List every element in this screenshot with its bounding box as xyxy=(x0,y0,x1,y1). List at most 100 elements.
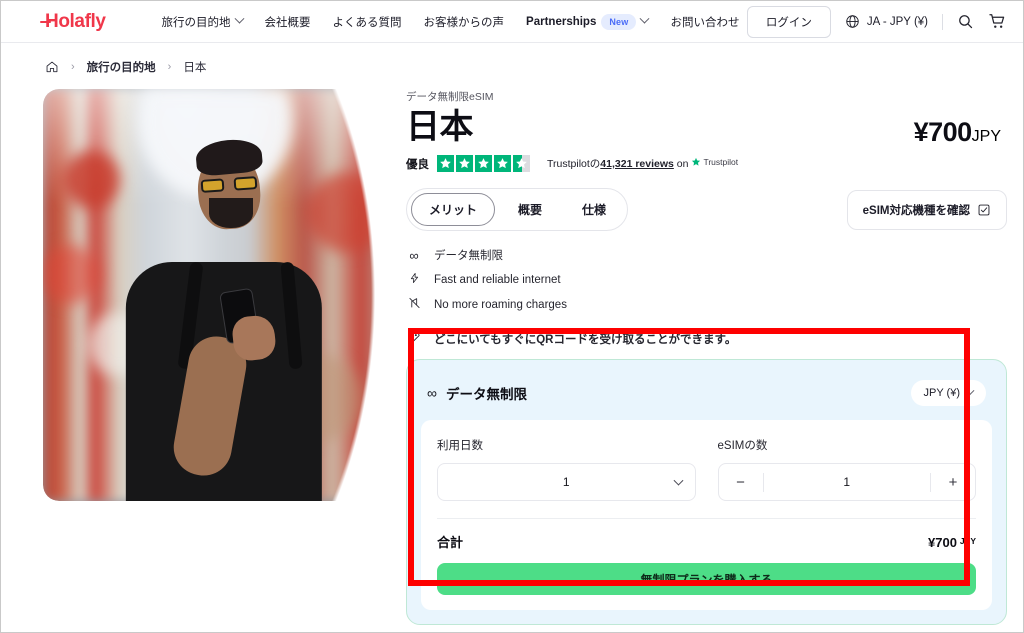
breadcrumb: › 旅行の目的地 › 日本 xyxy=(1,43,1023,75)
nav-label-partnerships: Partnerships xyxy=(526,15,597,28)
trustpilot-rating: 優良 Trustpilotの41,321 reviews on Trustpilo… xyxy=(406,155,1007,172)
globe-icon xyxy=(846,15,859,28)
feature-label: どこにいてもすぐにQRコードを受け取ることができます。 xyxy=(434,333,737,346)
esim-compatibility-button[interactable]: eSIM対応機種を確認 xyxy=(846,189,1007,230)
tab-benefits[interactable]: メリット xyxy=(411,193,496,226)
total-row: 合計 ¥700 JPY xyxy=(437,532,976,551)
search-button[interactable] xyxy=(957,13,974,30)
trustpilot-logo: Trustpilot xyxy=(691,157,738,167)
purchase-panel-header: ∞ データ無制限 JPY (¥) xyxy=(421,374,992,420)
trustpilot-star-icon xyxy=(692,157,701,166)
feature-unlimited-data: ∞ データ無制限 xyxy=(406,247,1007,263)
trustpilot-stars xyxy=(437,155,530,172)
tab-specs[interactable]: 仕様 xyxy=(565,194,623,225)
breadcrumb-item-japan: 日本 xyxy=(183,62,207,74)
star-icon-partial xyxy=(513,155,530,172)
days-field: 利用日数 1 xyxy=(437,437,696,501)
days-label: 利用日数 xyxy=(437,440,483,452)
feature-no-roaming: No more roaming charges xyxy=(406,296,1007,313)
product-details: データ無制限eSIM 日本 ¥700JPY 優良 Trustpilotの41,3… xyxy=(406,89,1023,625)
currency-selector-label: JPY (¥) xyxy=(923,387,960,399)
total-amount: ¥700 xyxy=(928,535,957,550)
nav-right-group: ログイン JA - JPY (¥) xyxy=(746,5,1007,38)
increment-button[interactable]: + xyxy=(931,474,975,491)
total-value-group: ¥700 JPY xyxy=(928,535,976,550)
tabs-row: メリット 概要 仕様 eSIM対応機種を確認 xyxy=(406,188,1007,231)
login-button[interactable]: ログイン xyxy=(746,5,831,38)
star-icon xyxy=(475,155,492,172)
trustpilot-on: on xyxy=(676,158,689,170)
home-icon[interactable] xyxy=(45,60,59,74)
nav-links: 旅行の目的地 会社概要 よくある質問 お客様からの声 Partnerships … xyxy=(161,13,739,30)
product-price: ¥700 xyxy=(913,117,973,147)
tab-overview[interactable]: 概要 xyxy=(501,194,559,225)
infinity-icon: ∞ xyxy=(427,385,437,401)
language-label: JA - JPY (¥) xyxy=(866,15,928,28)
new-badge: New xyxy=(601,13,637,30)
purchase-fields: 利用日数 1 eSIMの数 − 1 + xyxy=(437,437,976,501)
breadcrumb-separator: › xyxy=(71,61,75,73)
purchase-panel-title: データ無制限 xyxy=(445,387,527,402)
trustpilot-review-text: Trustpilotの41,321 reviews on Trustpilot xyxy=(547,156,738,171)
currency-selector[interactable]: JPY (¥) xyxy=(910,380,986,406)
hero-image-container xyxy=(43,89,388,501)
hero-image-japan-traveler xyxy=(43,89,388,501)
nav-item-faq[interactable]: よくある質問 xyxy=(333,14,402,30)
trustpilot-rating-word: 優良 xyxy=(406,158,429,171)
chevron-down-icon xyxy=(964,385,975,396)
star-icon xyxy=(456,155,473,172)
product-price-currency: JPY xyxy=(971,128,1001,145)
total-currency: JPY xyxy=(959,536,976,546)
product-eyebrow: データ無制限eSIM xyxy=(406,91,494,103)
trustpilot-review-count[interactable]: 41,321 reviews xyxy=(600,158,674,170)
cart-button[interactable] xyxy=(988,12,1007,31)
main-content: データ無制限eSIM 日本 ¥700JPY 優良 Trustpilotの41,3… xyxy=(1,75,1023,625)
nav-item-partnerships[interactable]: Partnerships New xyxy=(526,13,650,30)
top-navbar: Holafly 旅行の目的地 会社概要 よくある質問 お客様からの声 Partn… xyxy=(1,1,1023,43)
feature-label: Fast and reliable internet xyxy=(434,273,561,286)
days-value: 1 xyxy=(562,475,570,489)
nav-item-testimonials[interactable]: お客様からの声 xyxy=(424,14,505,30)
chevron-down-icon xyxy=(234,13,244,24)
lightning-bolt-icon xyxy=(406,271,422,288)
feature-list: ∞ データ無制限 Fast and reliable internet No m… xyxy=(406,247,1007,347)
buy-unlimited-plan-button[interactable]: 無制限プランを購入する xyxy=(437,563,976,595)
language-currency-selector[interactable]: JA - JPY (¥) xyxy=(845,14,928,29)
nav-item-about[interactable]: 会社概要 xyxy=(265,14,311,30)
feature-label: No more roaming charges xyxy=(434,298,567,311)
purchase-form-card: 利用日数 1 eSIMの数 − 1 + 合計 ¥700 JPY 無制限プランを購… xyxy=(421,420,992,610)
price-block: ¥700JPY xyxy=(914,108,1007,148)
trustpilot-prefix: Trustpilotの xyxy=(547,158,601,170)
search-icon xyxy=(959,15,973,29)
person-beard xyxy=(209,198,254,229)
esim-quantity-field: eSIMの数 − 1 + xyxy=(717,437,976,501)
esim-quantity-value[interactable]: 1 xyxy=(764,475,931,489)
esim-compatibility-label: eSIM対応機種を確認 xyxy=(862,204,970,217)
infinity-icon: ∞ xyxy=(409,247,419,263)
feature-label: データ無制限 xyxy=(434,250,503,262)
form-divider xyxy=(437,518,976,519)
page-title: 日本 xyxy=(406,108,474,146)
purchase-panel-zone: ∞ データ無制限 JPY (¥) 利用日数 1 eSIMの数 − 1 + 合計 … xyxy=(406,359,1007,625)
nav-item-contact[interactable]: お問い合わせ xyxy=(670,14,739,30)
feature-qr-instant: どこにいてもすぐにQRコードを受け取ることができます。 xyxy=(406,330,1007,347)
external-device-check-icon xyxy=(978,204,990,215)
total-label: 合計 xyxy=(437,535,464,550)
star-icon xyxy=(494,155,511,172)
nav-divider xyxy=(942,13,943,30)
breadcrumb-item-destinations[interactable]: 旅行の目的地 xyxy=(87,59,156,75)
holafly-logo[interactable]: Holafly xyxy=(40,11,106,33)
chevron-down-icon xyxy=(640,13,650,24)
chevron-down-icon xyxy=(673,475,683,486)
purchase-panel-title-group: ∞ データ無制限 xyxy=(427,383,527,403)
breadcrumb-separator: › xyxy=(167,61,172,73)
star-icon xyxy=(437,155,454,172)
purchase-panel: ∞ データ無制限 JPY (¥) 利用日数 1 eSIMの数 − 1 + 合計 … xyxy=(406,359,1007,625)
days-select[interactable]: 1 xyxy=(437,463,696,501)
decrement-button[interactable]: − xyxy=(719,474,763,491)
esim-quantity-stepper: − 1 + xyxy=(717,463,976,501)
product-tabs: メリット 概要 仕様 xyxy=(406,188,629,231)
nav-item-destinations[interactable]: 旅行の目的地 xyxy=(161,13,244,30)
cart-icon xyxy=(989,14,1005,28)
nav-label-destinations: 旅行の目的地 xyxy=(161,16,231,29)
